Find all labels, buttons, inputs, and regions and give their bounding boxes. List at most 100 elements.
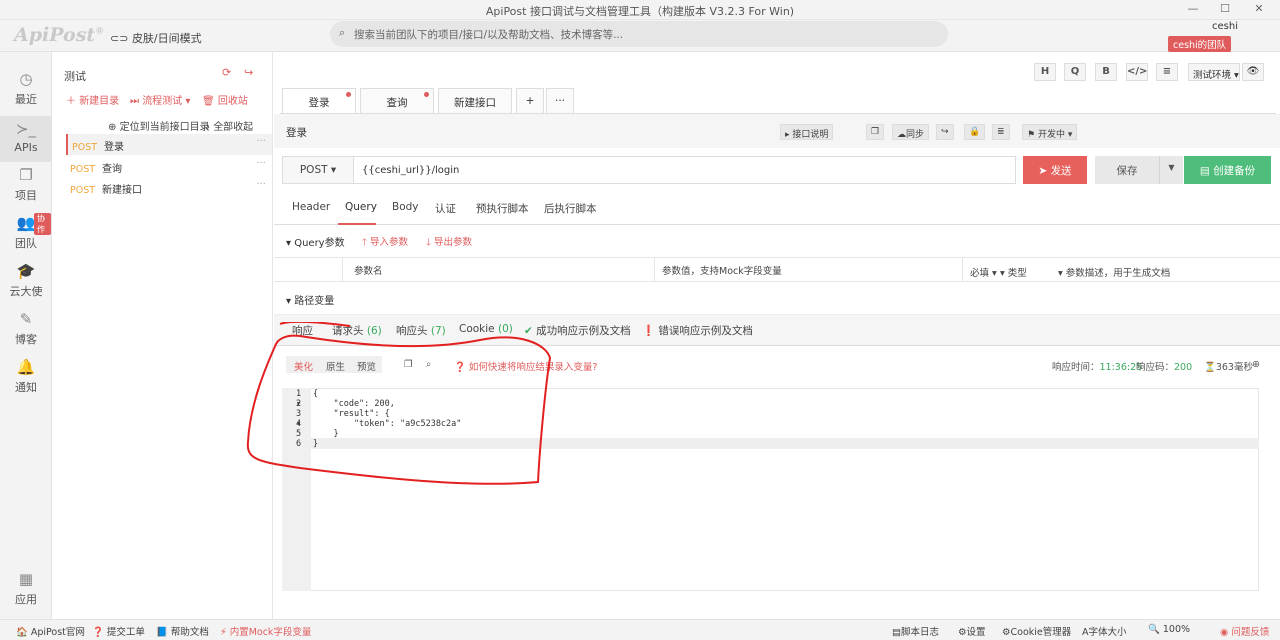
script-log-button[interactable]: ▤脚本日志 <box>892 624 939 638</box>
settings-button[interactable]: ≡ <box>1156 63 1178 81</box>
add-tab-button[interactable]: + <box>516 88 544 113</box>
code-button[interactable]: </> <box>1126 63 1148 81</box>
col-divider <box>342 257 343 282</box>
locate-icon: ⊕ <box>108 122 117 133</box>
share-icon[interactable]: ↪ <box>936 124 954 140</box>
sync-button[interactable]: ☁同步 <box>892 124 930 140</box>
minimize-icon[interactable]: — <box>1180 2 1206 18</box>
cap-icon: 🎓 <box>16 262 36 280</box>
col-divider <box>962 257 963 282</box>
skin-toggle[interactable]: ⊂⊃ 皮肤/日间模式 <box>110 30 202 46</box>
active-tab-underline <box>338 223 376 225</box>
bell-icon: 🔔 <box>16 358 36 376</box>
tab-query-params[interactable]: Query <box>345 201 377 213</box>
bold-button[interactable]: B <box>1095 63 1117 81</box>
eye-icon[interactable]: 👁 <box>1242 63 1264 81</box>
tab-error-example[interactable]: ❗ 错误响应示例及文档 <box>642 323 753 338</box>
submit-ticket-link[interactable]: ❓ 提交工单 <box>92 624 145 638</box>
project-icon: ❐ <box>19 166 33 184</box>
heading-button[interactable]: H <box>1034 63 1056 81</box>
zoom-level[interactable]: 🔍 100% <box>1148 624 1190 635</box>
user-name[interactable]: ceshi <box>1212 21 1238 32</box>
export-params-button[interactable]: 🡓 导出参数 <box>426 234 472 251</box>
unsaved-dot <box>424 92 429 97</box>
nav-apps[interactable]: ▦ 应用 <box>0 570 52 616</box>
url-input[interactable]: {{ceshi_url}}/login <box>354 156 1016 184</box>
flow-test-button[interactable]: ⏭ 流程测试 ▾ <box>130 92 190 107</box>
nav-recent[interactable]: ◷ 最近 <box>0 70 52 116</box>
nav-notify[interactable]: 🔔 通知 <box>0 358 52 404</box>
new-dir-button[interactable]: ＋ 新建目录 <box>66 92 119 107</box>
tab-query[interactable]: 查询 <box>360 88 434 113</box>
env-select[interactable]: 测试环境 ▾ <box>1188 63 1240 81</box>
tree-item[interactable]: POST 登录 ··· <box>66 134 272 155</box>
col-param-name: 参数名 <box>354 266 383 277</box>
col-required[interactable]: 必填 ▾ <box>970 265 997 279</box>
more-icon[interactable]: ··· <box>256 136 266 147</box>
red-annotation-scribble <box>246 322 552 485</box>
share-icon[interactable]: ↪ <box>244 66 253 79</box>
more-icon[interactable]: ··· <box>256 158 266 169</box>
search-input[interactable]: ⌕ 搜索当前团队下的项目/接口/以及帮助文档、技术博客等... <box>330 21 948 47</box>
recycle-button[interactable]: 🗑 回收站 <box>202 92 248 107</box>
quote-button[interactable]: Q <box>1064 63 1086 81</box>
backup-icon: ▤ <box>1199 165 1214 177</box>
official-site-link[interactable]: 🏠 ApiPost官网 <box>16 624 85 638</box>
import-params-button[interactable]: 🡑 导入参数 <box>362 234 408 251</box>
save-dropdown-button[interactable]: ▼ <box>1159 156 1183 184</box>
maximize-icon[interactable]: ☐ <box>1212 2 1238 18</box>
lock-icon[interactable]: 🔒 <box>964 124 986 140</box>
response-code: 响应码：200 <box>1136 362 1193 373</box>
path-vars-header[interactable]: ▾ 路径变量 <box>286 292 334 307</box>
method-select[interactable]: POST ▾ <box>282 156 354 184</box>
more-icon[interactable]: ··· <box>256 179 266 190</box>
edit-icon: ✎ <box>19 310 33 328</box>
db-icon[interactable]: ≣ <box>992 124 1010 140</box>
col-type[interactable]: ▾ 类型 <box>1000 265 1027 279</box>
more-tabs-button[interactable]: ··· <box>546 88 574 113</box>
tab-pre-script[interactable]: 预执行脚本 <box>476 201 529 216</box>
tab-auth[interactable]: 认证 <box>435 201 456 216</box>
settings-button[interactable]: ⚙设置 <box>958 624 986 638</box>
window-title: ApiPost 接口调试与文档管理工具（构建版本 V3.2.3 For Win) <box>485 5 795 18</box>
project-name: 测试 <box>64 70 86 83</box>
add-icon[interactable]: ⊕ <box>1252 359 1260 370</box>
font-size-button[interactable]: A字体大小 <box>1082 624 1127 638</box>
close-icon[interactable]: ✕ <box>1246 2 1272 18</box>
tab-new-api[interactable]: 新建接口 <box>438 88 512 113</box>
response-duration: ⏳363毫秒 <box>1204 362 1253 373</box>
collapse-all-button[interactable]: › 全部收起 <box>206 118 253 133</box>
mock-vars-link[interactable]: ⚡ 内置Mock字段变量 <box>220 624 311 638</box>
api-desc-button[interactable]: ▸ 接口说明 <box>780 124 834 140</box>
help-docs-link[interactable]: 📘 帮助文档 <box>156 624 209 638</box>
status-select[interactable]: ⚑ 开发中 ▾ <box>1022 124 1078 140</box>
tab-post-script[interactable]: 后执行脚本 <box>544 201 597 216</box>
nav-project[interactable]: ❐ 项目 <box>0 166 52 212</box>
col-param-value: 参数值，支持Mock字段变量 <box>662 266 782 277</box>
tree-item[interactable]: POST 新建接口 ··· <box>66 177 272 198</box>
team-badge[interactable]: ceshi的团队 <box>1168 36 1232 52</box>
col-desc: ▾ 参数描述，用于生成文档 <box>1058 268 1171 279</box>
save-button[interactable]: 保存 <box>1095 156 1159 184</box>
create-backup-button[interactable]: ▤ 创建备份 <box>1184 156 1271 184</box>
top-bar: ApiPost® ⊂⊃ 皮肤/日间模式 ⌕ 搜索当前团队下的项目/接口/以及帮助… <box>0 20 1280 52</box>
send-button[interactable]: ➤ 发送 <box>1023 156 1087 184</box>
request-info-bar <box>274 114 1280 148</box>
query-section-header[interactable]: ▾ Query参数 <box>286 234 345 249</box>
refresh-icon[interactable]: ⟳ <box>222 66 231 79</box>
tab-login[interactable]: 登录 <box>282 88 356 114</box>
search-icon: ⌕ <box>339 26 346 39</box>
copy-icon[interactable]: ❐ <box>866 124 885 140</box>
tab-body[interactable]: Body <box>392 201 419 213</box>
tab-header[interactable]: Header <box>292 201 330 213</box>
cookie-manager-button[interactable]: ⚙Cookie管理器 <box>1002 624 1071 638</box>
nav-blog[interactable]: ✎ 博客 <box>0 310 52 356</box>
feedback-button[interactable]: ◉ 问题反馈 <box>1220 624 1269 638</box>
terminal-icon: ≻_ <box>15 120 37 138</box>
title-bar: ApiPost 接口调试与文档管理工具（构建版本 V3.2.3 For Win)… <box>0 0 1280 20</box>
locate-button[interactable]: ⊕ 定位到当前接口目录 <box>108 118 210 133</box>
nav-ambassador[interactable]: 🎓 云大使 <box>0 262 52 308</box>
grid-icon: ▦ <box>18 570 34 588</box>
nav-apis[interactable]: ≻_ APIs <box>0 116 52 162</box>
tree-item[interactable]: POST 查询 ··· <box>66 156 272 177</box>
